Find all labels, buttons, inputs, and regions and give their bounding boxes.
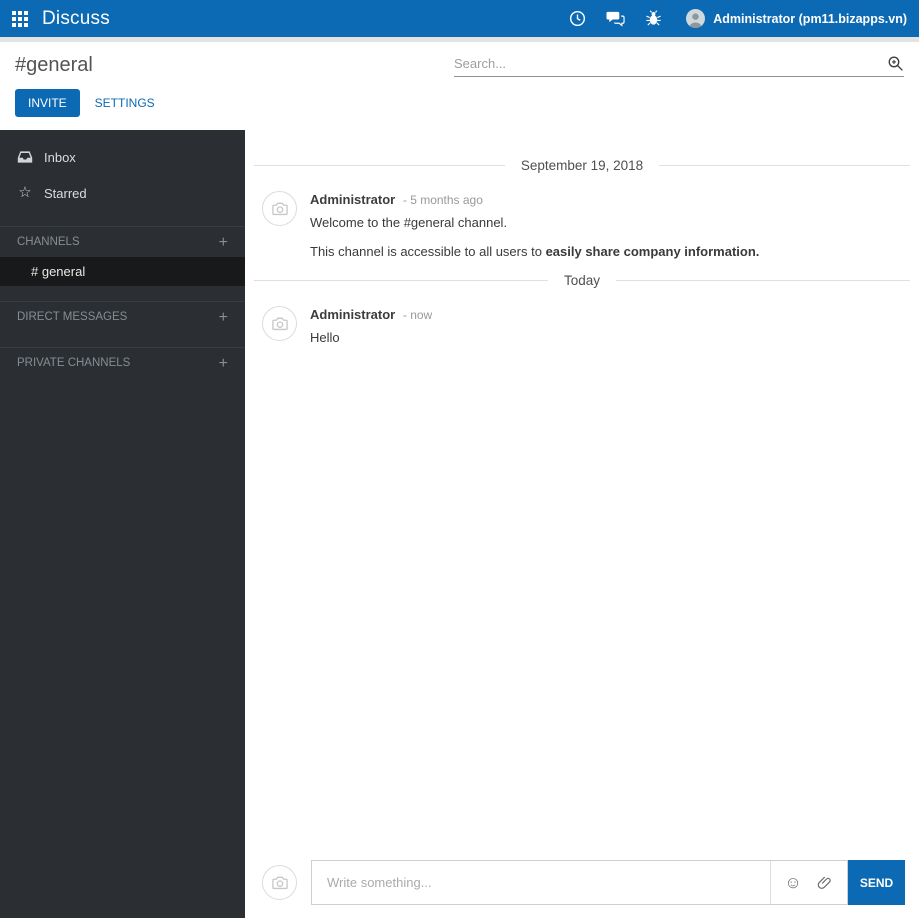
sidebar-section-label: CHANNELS [17, 236, 80, 248]
sidebar-section-private-channels: PRIVATE CHANNELS + [0, 347, 245, 378]
control-panel: #general INVITE SETTINGS [0, 42, 919, 130]
message-author: Administrator [310, 192, 396, 207]
send-button[interactable]: SEND [848, 860, 905, 905]
sidebar-item-label: Inbox [44, 149, 76, 165]
search-zoom-in-icon[interactable] [887, 55, 904, 72]
message-thread: September 19, 2018 Administrator - 5 mon… [245, 130, 919, 918]
message-body: Hello [310, 330, 432, 345]
user-name: Administrator (pm11.bizapps.vn) [713, 11, 907, 26]
discuss-sidebar: Inbox ☆ Starred CHANNELS + # general DIR… [0, 130, 245, 918]
add-channel-icon[interactable]: + [219, 234, 228, 250]
date-separator-label: Today [563, 273, 601, 288]
sidebar-section-direct-messages: DIRECT MESSAGES + [0, 301, 245, 332]
systray: Administrator (pm11.bizapps.vn) [568, 9, 907, 28]
composer-avatar [262, 865, 297, 900]
message-header: Administrator - 5 months ago [310, 191, 759, 207]
app-title[interactable]: Discuss [42, 8, 110, 30]
camera-icon [271, 317, 288, 330]
camera-icon [271, 876, 288, 889]
composer-input[interactable] [312, 861, 770, 904]
sidebar-section-channels: CHANNELS + [0, 226, 245, 257]
date-separator-label: September 19, 2018 [520, 158, 644, 173]
apps-menu-icon[interactable] [12, 10, 28, 27]
date-separator: Today [254, 273, 910, 288]
emoji-icon[interactable]: ☺ [777, 861, 809, 904]
channel-title: #general [15, 54, 93, 76]
message-header: Administrator - now [310, 306, 432, 322]
sidebar-section-label: PRIVATE CHANNELS [17, 357, 131, 369]
message-avatar [262, 306, 297, 341]
sidebar-item-starred[interactable]: ☆ Starred [0, 175, 245, 211]
bug-icon[interactable] [644, 9, 663, 28]
invite-button[interactable]: INVITE [15, 89, 80, 117]
messages-icon[interactable] [606, 9, 625, 28]
message-timestamp: - now [402, 308, 433, 322]
message-avatar [262, 191, 297, 226]
add-private-channel-icon[interactable]: + [219, 355, 228, 371]
message-line: This channel is accessible to all users … [310, 244, 759, 259]
message-line: Hello [310, 330, 340, 345]
camera-icon [271, 202, 288, 215]
message-line: Welcome to the #general channel. [310, 215, 508, 230]
message: Administrator - 5 months ago Welcome to … [245, 173, 919, 259]
message-timestamp: - 5 months ago [402, 193, 483, 207]
attachment-paperclip-icon[interactable] [809, 861, 841, 904]
channel-name: # general [31, 264, 86, 279]
top-navbar: Discuss Administrator (pm11.bizapps.vn) [0, 0, 919, 37]
message-text-plain: This channel is accessible to all users … [310, 244, 546, 259]
composer-input-box: ☺ [311, 860, 848, 905]
message-composer: ☺ SEND [262, 860, 905, 905]
search-input[interactable] [454, 56, 887, 71]
message: Administrator - now Hello [245, 288, 919, 345]
message-author: Administrator [310, 307, 396, 322]
search-bar[interactable] [454, 55, 904, 77]
user-menu[interactable]: Administrator (pm11.bizapps.vn) [686, 9, 907, 28]
add-direct-message-icon[interactable]: + [219, 309, 228, 325]
sidebar-item-inbox[interactable]: Inbox [0, 139, 245, 175]
inbox-icon [17, 149, 33, 165]
activities-clock-icon[interactable] [568, 9, 587, 28]
composer-tools: ☺ [770, 861, 847, 904]
sidebar-item-label: Starred [44, 185, 87, 201]
date-separator: September 19, 2018 [254, 158, 910, 173]
message-text-bold: easily share company information. [545, 244, 760, 259]
user-avatar [686, 9, 706, 28]
star-icon: ☆ [18, 184, 32, 201]
message-body: Welcome to the #general channel. This ch… [310, 215, 759, 259]
content-area: Inbox ☆ Starred CHANNELS + # general DIR… [0, 130, 919, 918]
sidebar-section-label: DIRECT MESSAGES [17, 311, 128, 323]
sidebar-item-general-channel[interactable]: # general [0, 257, 245, 286]
settings-button[interactable]: SETTINGS [95, 90, 155, 116]
